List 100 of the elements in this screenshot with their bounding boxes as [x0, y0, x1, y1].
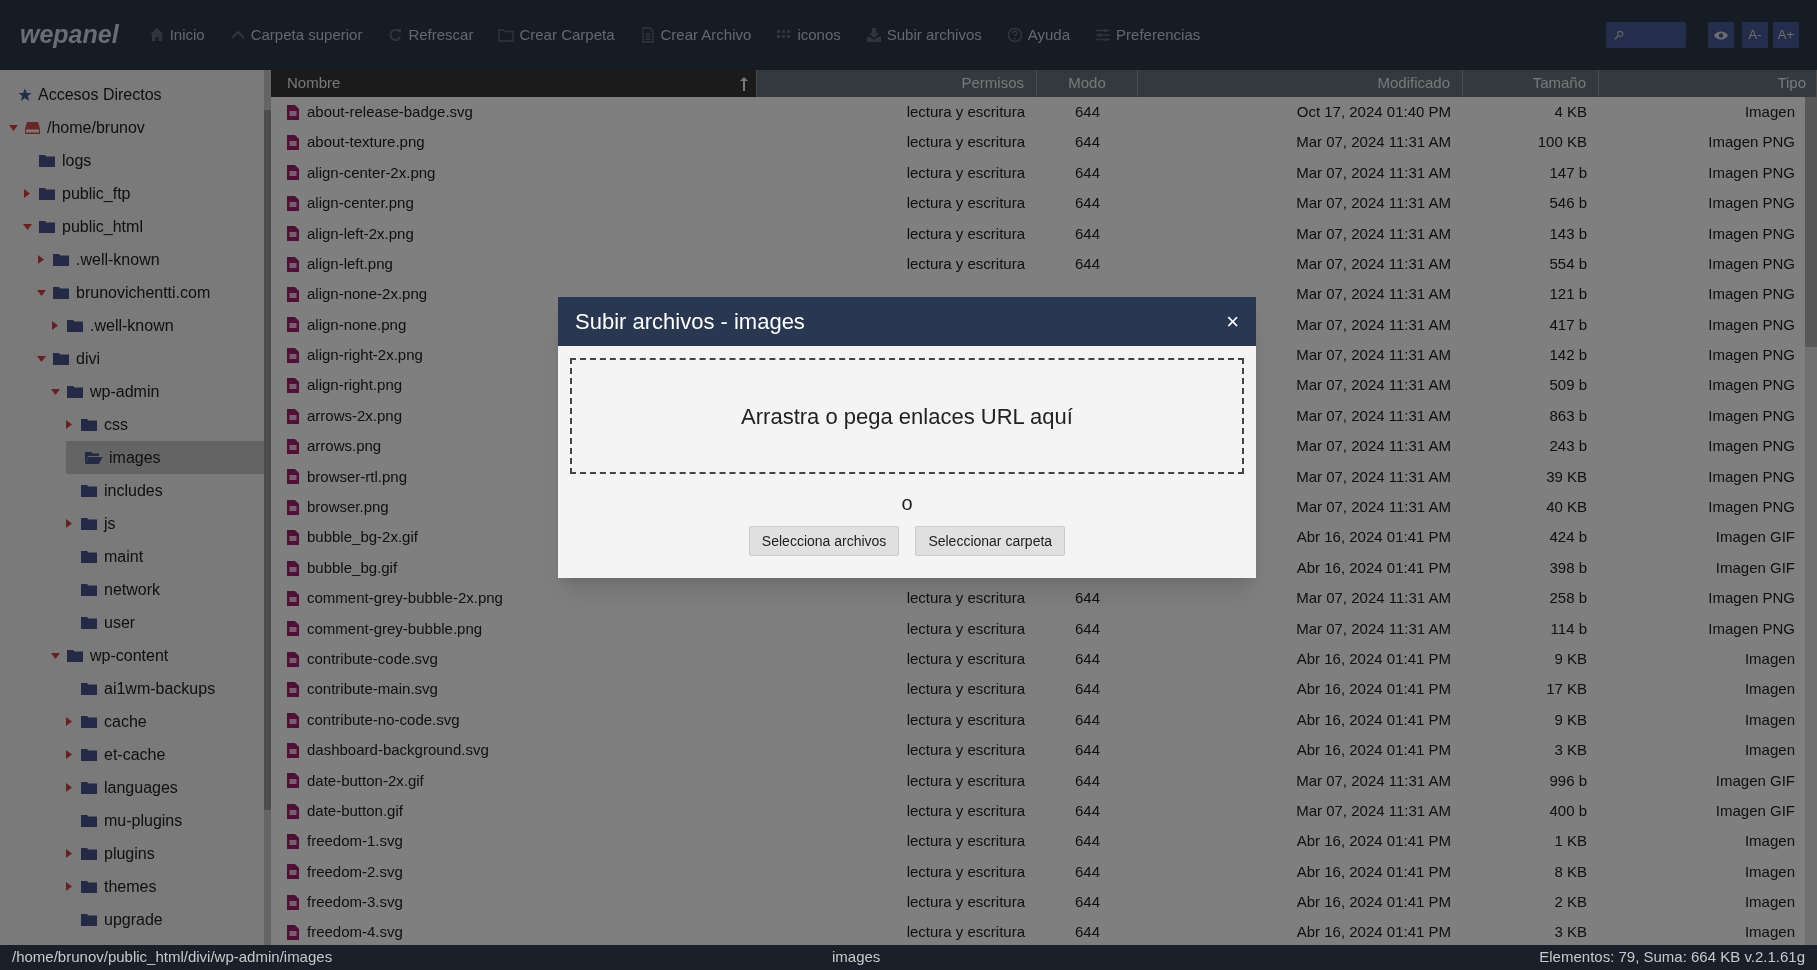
file-name[interactable]: about-release-badge.svg — [307, 100, 473, 124]
file-name[interactable]: bubble_bg.gif — [307, 556, 398, 580]
file-name[interactable]: browser.png — [307, 496, 389, 519]
table-cell: Imagen PNG — [1708, 163, 1795, 181]
file-name[interactable]: comment-grey-bubble.png — [307, 617, 483, 641]
table-cell: Mar 07, 2024 11:31 AM — [1296, 801, 1451, 819]
font-size-button[interactable]: A- — [1742, 22, 1768, 48]
tree-item[interactable]: images — [66, 441, 264, 474]
file-name[interactable]: arrows-2x.png — [307, 404, 403, 428]
toolbar-button[interactable]: Carpeta superior — [229, 23, 363, 47]
toolbar-button[interactable]: Preferencias — [1095, 23, 1201, 47]
table-cell: Imagen GIF — [1715, 771, 1795, 789]
column-header[interactable]: Modificado — [1138, 70, 1463, 97]
file-name[interactable]: contribute-no-code.svg — [307, 708, 460, 732]
file-name[interactable]: align-left.png — [307, 252, 393, 276]
search-field[interactable] — [1606, 22, 1686, 48]
tree-item[interactable]: .well-known — [0, 309, 264, 342]
tree-item[interactable]: mu-plugins — [0, 804, 264, 837]
table-cell: Imagen — [1744, 680, 1795, 698]
file-name[interactable]: align-center-2x.png — [307, 161, 436, 185]
table-cell: Imagen PNG — [1708, 346, 1795, 364]
tree-item[interactable]: languages — [0, 771, 264, 804]
file-name[interactable]: date-button-2x.gif — [307, 769, 424, 793]
file-name[interactable]: freedom-3.svg — [307, 891, 403, 914]
logo: wepanel — [20, 19, 119, 51]
dialog-button[interactable]: Selecciona archivos — [748, 526, 900, 556]
tree-item[interactable]: et-cache — [0, 738, 264, 771]
drop-zone[interactable]: Arrastra o pega enlaces URL aquí — [570, 358, 1244, 474]
column-header[interactable]: Nombre — [287, 72, 341, 95]
toolbar-button[interactable]: Refrescar — [387, 23, 474, 47]
caret-down-icon — [8, 124, 18, 131]
tree-item[interactable]: plugins — [0, 837, 264, 870]
column-header[interactable]: Permisos — [757, 70, 1037, 97]
dialog-button[interactable]: Seleccionar carpeta — [915, 526, 1066, 556]
file-name[interactable]: align-none.png — [307, 313, 407, 337]
table-cell: lectura y escritura — [906, 589, 1025, 607]
toolbar-button[interactable]: Inicio — [148, 23, 205, 47]
image-file-icon — [287, 803, 299, 819]
tree-item[interactable]: includes — [0, 474, 264, 507]
table-cell: Mar 07, 2024 11:31 AM — [1296, 467, 1451, 485]
file-name[interactable]: browser-rtl.png — [307, 465, 408, 489]
tree-item[interactable]: upgrade — [0, 903, 264, 936]
tree-item[interactable]: .well-known — [0, 243, 264, 276]
tree-item[interactable]: /home/brunov — [0, 111, 264, 144]
table-cell: 644 — [1075, 741, 1100, 759]
table-cell: Imagen PNG — [1708, 498, 1795, 515]
file-name[interactable]: freedom-4.svg — [307, 921, 403, 944]
file-name[interactable]: align-right-2x.png — [307, 344, 423, 367]
toolbar-button[interactable]: Ayuda — [1006, 23, 1071, 47]
tree-item[interactable]: wp-admin — [0, 375, 264, 408]
column-header[interactable]: Tamaño — [1463, 70, 1599, 97]
file-name[interactable]: align-left-2x.png — [307, 222, 414, 245]
file-name[interactable]: contribute-main.svg — [307, 678, 438, 701]
file-name[interactable]: date-button.gif — [307, 799, 403, 823]
file-name[interactable]: freedom-1.svg — [307, 830, 403, 853]
scrollbar-thumb[interactable] — [264, 110, 271, 810]
visibility-button[interactable] — [1708, 22, 1734, 48]
column-header[interactable]: Modo — [1037, 70, 1138, 97]
image-file-icon — [287, 621, 299, 637]
table-cell: Imagen — [1744, 741, 1795, 759]
caret-right-icon — [66, 750, 72, 759]
scrollbar-thumb[interactable] — [1805, 97, 1817, 347]
close-button[interactable]: × — [1226, 310, 1239, 333]
star-icon — [18, 87, 32, 102]
file-name[interactable]: freedom-2.svg — [307, 860, 403, 884]
file-name[interactable]: align-right.png — [307, 374, 403, 397]
tree-item[interactable]: themes — [0, 870, 264, 903]
folder-icon — [80, 879, 98, 894]
file-name[interactable]: about-texture.png — [307, 131, 425, 154]
file-name[interactable]: comment-grey-bubble-2x.png — [307, 587, 503, 610]
tree-item[interactable]: public_ftp — [0, 177, 264, 210]
file-name[interactable]: contribute-code.svg — [307, 647, 438, 671]
tree-item[interactable]: wp-content — [0, 639, 264, 672]
tree-item[interactable]: public_html — [0, 210, 264, 243]
tree-item[interactable]: css — [0, 408, 264, 441]
file-name[interactable]: arrows.png — [307, 435, 382, 458]
file-name[interactable]: bubble_bg-2x.gif — [307, 526, 418, 549]
file-name[interactable]: dashboard-background.svg — [307, 739, 489, 762]
tree-item[interactable]: cache — [0, 705, 264, 738]
table-cell: Imagen PNG — [1708, 376, 1795, 394]
table-cell: Abr 16, 2024 01:41 PM — [1296, 680, 1451, 698]
file-name[interactable]: align-none-2x.png — [307, 283, 428, 306]
tree-item[interactable]: divi — [0, 342, 264, 375]
tree-item[interactable]: logs — [0, 144, 264, 177]
toolbar-button[interactable]: Subir archivos — [865, 23, 982, 47]
tree-item[interactable]: maint — [0, 540, 264, 573]
table-cell: lectura y escritura — [906, 832, 1025, 850]
tree-item[interactable]: network — [0, 573, 264, 606]
tree-item[interactable]: js — [0, 507, 264, 540]
file-name[interactable]: align-center.png — [307, 192, 414, 215]
table-cell: Mar 07, 2024 11:31 AM — [1296, 285, 1451, 303]
toolbar-button[interactable]: Crear Archivo — [639, 23, 752, 47]
toolbar-button[interactable]: Crear Carpeta — [498, 23, 615, 47]
tree-item[interactable]: ai1wm-backups — [0, 672, 264, 705]
tree-item[interactable]: user — [0, 606, 264, 639]
toolbar-button[interactable]: iconos — [776, 23, 841, 47]
table-cell: lectura y escritura — [906, 710, 1025, 728]
font-size-button[interactable]: A+ — [1773, 22, 1799, 48]
tree-item[interactable]: brunovichentti.com — [0, 276, 264, 309]
table-cell: 398 b — [1549, 558, 1587, 576]
